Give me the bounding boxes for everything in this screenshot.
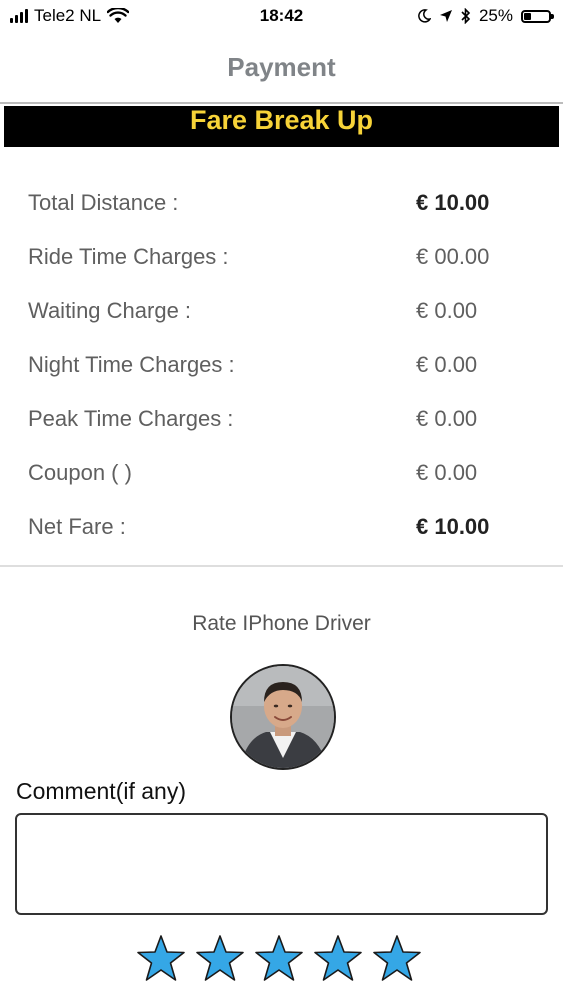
battery-icon (521, 9, 554, 23)
battery-fill (524, 12, 531, 20)
fare-row-total-distance: Total Distance : € 10.00 (0, 176, 563, 230)
star-icon-2[interactable] (195, 934, 245, 984)
fare-row-waiting-charge: Waiting Charge : € 0.00 (0, 284, 563, 338)
page-title: Payment (227, 52, 336, 82)
star-icon-5[interactable] (372, 934, 422, 984)
fare-breakup-banner: Fare Break Up (4, 106, 559, 147)
fare-value: € 10.00 (416, 514, 490, 539)
driver-avatar (230, 664, 336, 770)
fare-value: € 0.00 (416, 406, 478, 431)
fare-value: € 00.00 (416, 244, 490, 269)
comment-input[interactable] (15, 813, 548, 915)
fare-row-peak-time-charges: Peak Time Charges : € 0.00 (0, 392, 563, 446)
fare-value: € 0.00 (416, 298, 478, 323)
star-icon-4[interactable] (313, 934, 363, 984)
fare-row-net-fare: Net Fare : € 10.00 (0, 500, 563, 554)
fare-value: € 0.00 (416, 460, 478, 485)
fare-label: Night Time Charges : (28, 352, 235, 377)
status-right: 25% (417, 6, 554, 26)
fare-row-coupon: Coupon ( ) € 0.00 (0, 446, 563, 500)
star-icon-1[interactable] (136, 934, 186, 984)
battery-percent: 25% (478, 6, 513, 25)
driver-photo (232, 666, 334, 768)
star-icon-3[interactable] (254, 934, 304, 984)
fare-row-night-time-charges: Night Time Charges : € 0.00 (0, 338, 563, 392)
fare-row-ride-time-charges: Ride Time Charges : € 00.00 (0, 230, 563, 284)
fare-label: Net Fare : (28, 514, 126, 539)
section-divider (0, 565, 563, 567)
location-arrow-icon (439, 10, 452, 22)
fare-label: Waiting Charge : (28, 298, 192, 323)
fare-value: € 10.00 (416, 190, 490, 215)
navigation-bar: Payment (0, 34, 563, 104)
fare-label: Total Distance : (28, 190, 179, 215)
star-rating (136, 934, 422, 984)
rate-driver-title: Rate IPhone Driver (192, 612, 371, 635)
fare-label: Ride Time Charges : (28, 244, 229, 269)
moon-icon (418, 9, 431, 23)
fare-value: € 0.00 (416, 352, 478, 377)
fare-label: Peak Time Charges : (28, 406, 234, 431)
comment-label: Comment(if any) (16, 778, 186, 804)
bluetooth-icon (461, 8, 471, 24)
fare-list: Total Distance : € 10.00 Ride Time Charg… (0, 176, 563, 554)
fare-label: Coupon ( ) (28, 460, 132, 485)
status-bar: Tele2 NL 18:42 25% (0, 0, 563, 34)
